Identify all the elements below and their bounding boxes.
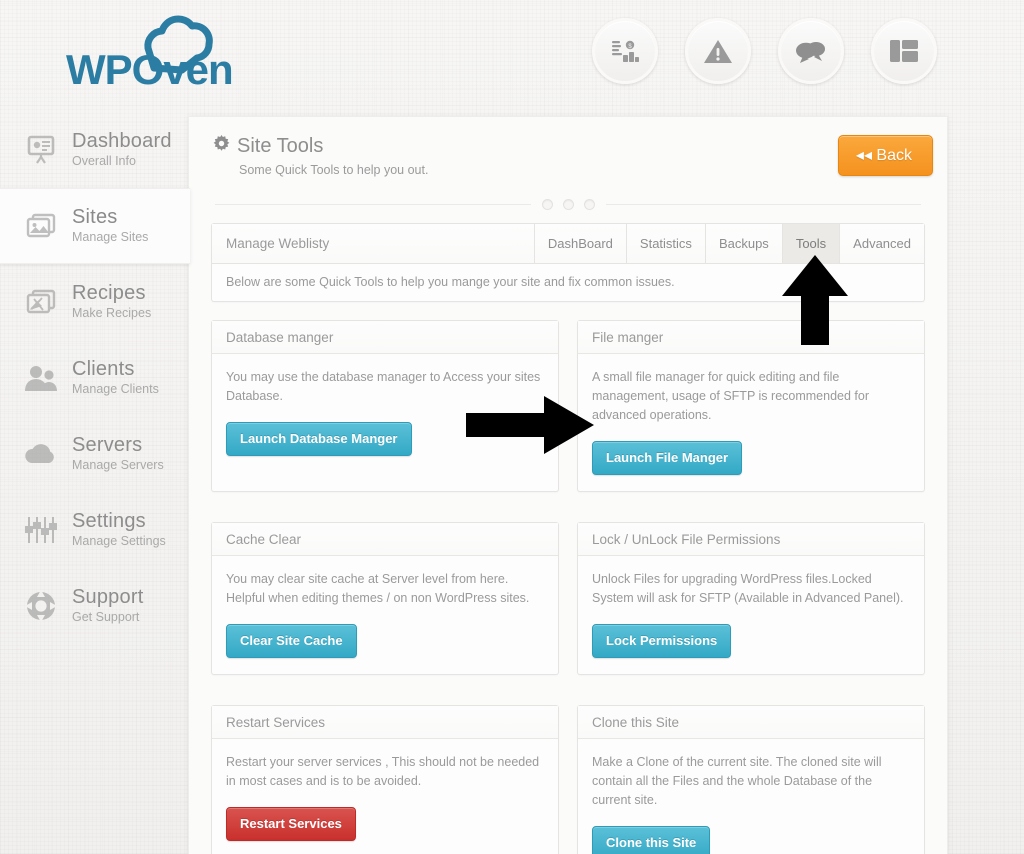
back-button[interactable]: ◂◂ Back bbox=[837, 135, 933, 176]
tool-card-restart-services: Restart Services Restart your server ser… bbox=[211, 705, 559, 854]
tab-tools[interactable]: Tools bbox=[781, 224, 840, 263]
card-body: You may clear site cache at Server level… bbox=[212, 556, 558, 674]
card-body: You may use the database manager to Acce… bbox=[212, 354, 558, 472]
gear-icon bbox=[213, 135, 230, 158]
launch-file-manger-button[interactable]: Launch File Manger bbox=[592, 441, 743, 475]
clone-this-site-button[interactable]: Clone this Site bbox=[592, 826, 711, 854]
card-body: Make a Clone of the current site. The cl… bbox=[578, 739, 924, 854]
sidebar-item-title: Dashboard bbox=[72, 130, 172, 152]
lock-permissions-button[interactable]: Lock Permissions bbox=[592, 624, 732, 658]
images-icon bbox=[18, 211, 64, 241]
card-body: A small file manager for quick editing a… bbox=[578, 354, 924, 491]
site-name-label: Manage Weblisty bbox=[212, 224, 534, 263]
divider-dot bbox=[583, 198, 595, 210]
sidebar-item-subtitle: Manage Sites bbox=[72, 230, 149, 244]
sidebar-item-title: Settings bbox=[72, 510, 146, 532]
lifering-icon bbox=[18, 590, 64, 622]
sidebar-item-title: Recipes bbox=[72, 282, 146, 304]
page-title-text: Site Tools bbox=[237, 135, 324, 157]
tab-advanced[interactable]: Advanced bbox=[839, 224, 924, 263]
sidebar-item-title: Sites bbox=[72, 206, 118, 228]
sidebar-item-title: Servers bbox=[72, 434, 143, 456]
tab-panel-description: Below are some Quick Tools to help you m… bbox=[226, 275, 675, 289]
card-description: Restart your server services , This shou… bbox=[226, 755, 540, 788]
tools-row: Restart Services Restart your server ser… bbox=[211, 705, 925, 854]
page-root: WPOven $ Dashboard Overall Info Sites Ma… bbox=[0, 0, 1024, 854]
tools-row: Cache Clear You may clear site cache at … bbox=[211, 522, 925, 675]
top-icon-group: $ bbox=[592, 18, 937, 84]
tab-dashboard[interactable]: DashBoard bbox=[533, 224, 626, 263]
card-title: Database manger bbox=[212, 321, 558, 354]
top-bar: WPOven $ bbox=[0, 0, 1024, 112]
page-header: Site Tools Some Quick Tools to help you … bbox=[189, 117, 947, 177]
card-description: Make a Clone of the current site. The cl… bbox=[592, 755, 882, 807]
cloud-icon bbox=[18, 442, 64, 466]
sidebar-item-title: Clients bbox=[72, 358, 135, 380]
sidebar-item-clients[interactable]: Clients Manage Clients bbox=[0, 340, 190, 416]
divider-line-left bbox=[215, 203, 531, 205]
sidebar-item-recipes[interactable]: Recipes Make Recipes bbox=[0, 264, 190, 340]
card-title: File manger bbox=[578, 321, 924, 354]
section-divider bbox=[215, 197, 921, 211]
sidebar-item-sites[interactable]: Sites Manage Sites bbox=[0, 188, 190, 264]
sidebar-item-servers[interactable]: Servers Manage Servers bbox=[0, 416, 190, 492]
chat-bubbles-icon[interactable] bbox=[778, 18, 844, 84]
restart-services-button[interactable]: Restart Services bbox=[226, 807, 356, 841]
divider-dot bbox=[541, 198, 553, 210]
tab-bar: Manage Weblisty DashBoard Statistics Bac… bbox=[212, 224, 924, 264]
tool-card-file-permissions: Lock / UnLock File Permissions Unlock Fi… bbox=[577, 522, 925, 675]
card-description: You may clear site cache at Server level… bbox=[226, 572, 530, 605]
tab-backups[interactable]: Backups bbox=[704, 224, 782, 263]
sidebar-item-subtitle: Make Recipes bbox=[72, 306, 152, 320]
card-description: Unlock Files for upgrading WordPress fil… bbox=[592, 572, 904, 605]
sliders-icon bbox=[18, 515, 64, 545]
tab-statistics[interactable]: Statistics bbox=[625, 224, 705, 263]
double-left-arrow-icon: ◂◂ bbox=[855, 147, 872, 164]
clear-site-cache-button[interactable]: Clear Site Cache bbox=[226, 624, 357, 658]
back-button-label: Back bbox=[876, 147, 912, 164]
sidebar-item-title: Support bbox=[72, 586, 144, 608]
sidebar-item-settings[interactable]: Settings Manage Settings bbox=[0, 492, 190, 568]
page-title: Site Tools bbox=[213, 135, 923, 158]
recipe-image-icon bbox=[18, 287, 64, 317]
tool-card-clone-site: Clone this Site Make a Clone of the curr… bbox=[577, 705, 925, 854]
divider-line-right bbox=[605, 203, 921, 205]
card-body: Unlock Files for upgrading WordPress fil… bbox=[578, 556, 924, 674]
sidebar-item-subtitle: Manage Servers bbox=[72, 458, 164, 472]
tool-card-database-manager: Database manger You may use the database… bbox=[211, 320, 559, 492]
main-content-card: Site Tools Some Quick Tools to help you … bbox=[188, 116, 948, 854]
card-title: Lock / UnLock File Permissions bbox=[578, 523, 924, 556]
card-title: Cache Clear bbox=[212, 523, 558, 556]
divider-dot bbox=[562, 198, 574, 210]
sidebar-item-subtitle: Manage Settings bbox=[72, 534, 166, 548]
billing-coins-icon[interactable]: $ bbox=[592, 18, 658, 84]
launch-database-manger-button[interactable]: Launch Database Manger bbox=[226, 422, 412, 456]
tool-card-cache-clear: Cache Clear You may clear site cache at … bbox=[211, 522, 559, 675]
divider-dots bbox=[531, 198, 606, 210]
card-description: A small file manager for quick editing a… bbox=[592, 370, 869, 422]
sidebar-item-dashboard[interactable]: Dashboard Overall Info bbox=[0, 112, 190, 188]
alerts-warning-icon[interactable] bbox=[685, 18, 751, 84]
people-icon bbox=[18, 364, 64, 392]
page-subtitle: Some Quick Tools to help you out. bbox=[239, 163, 429, 177]
layout-panels-icon[interactable] bbox=[871, 18, 937, 84]
card-body: Restart your server services , This shou… bbox=[212, 739, 558, 854]
card-title: Restart Services bbox=[212, 706, 558, 739]
sidebar-item-support[interactable]: Support Get Support bbox=[0, 568, 190, 644]
presentation-icon bbox=[18, 134, 64, 166]
site-tab-panel: Manage Weblisty DashBoard Statistics Bac… bbox=[211, 223, 925, 302]
svg-text:WPOven: WPOven bbox=[66, 46, 233, 93]
tools-grid: Database manger You may use the database… bbox=[211, 320, 925, 854]
sidebar-item-subtitle: Overall Info bbox=[72, 154, 136, 168]
sidebar-item-subtitle: Get Support bbox=[72, 610, 140, 624]
tool-card-file-manager: File manger A small file manager for qui… bbox=[577, 320, 925, 492]
sidebar: Dashboard Overall Info Sites Manage Site… bbox=[0, 112, 190, 854]
card-title: Clone this Site bbox=[578, 706, 924, 739]
wpoven-logo[interactable]: WPOven bbox=[66, 14, 296, 100]
sidebar-item-subtitle: Manage Clients bbox=[72, 382, 159, 396]
card-description: You may use the database manager to Acce… bbox=[226, 370, 541, 403]
tools-row: Database manger You may use the database… bbox=[211, 320, 925, 492]
